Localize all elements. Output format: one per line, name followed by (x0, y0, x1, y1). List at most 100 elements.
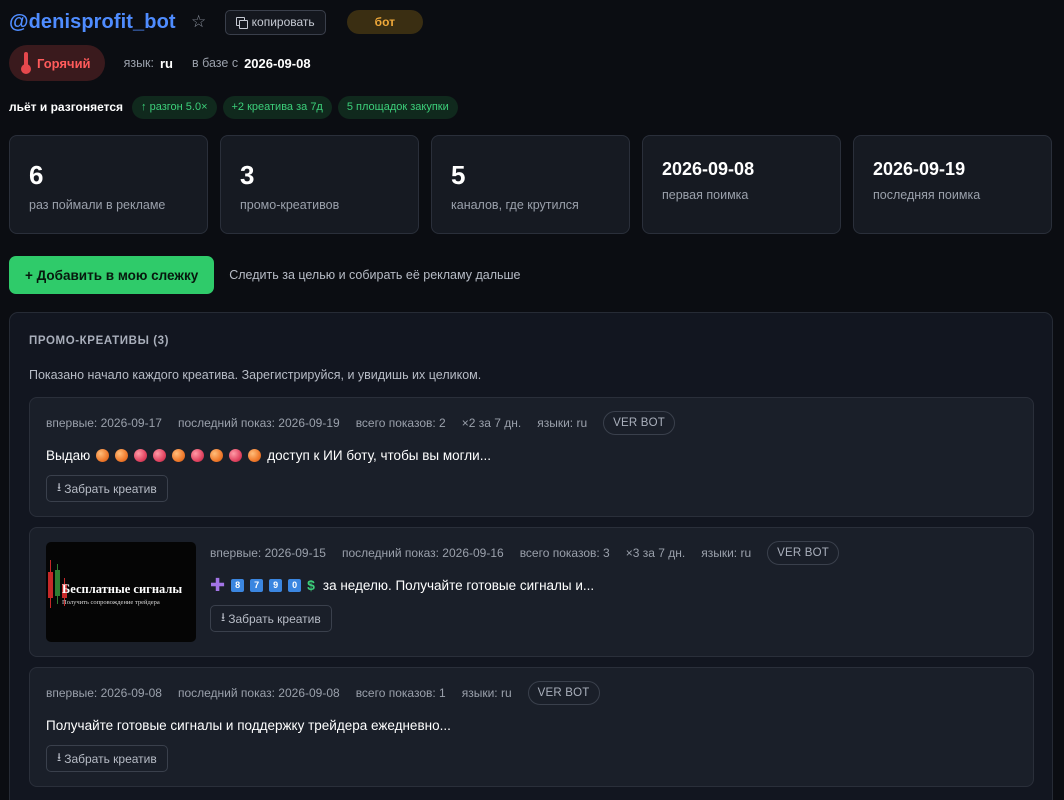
first-seen: впервые: 2026-09-15 (210, 546, 326, 560)
meta-row: Горячий язык: ru в базе с 2026-09-08 (9, 45, 311, 81)
stat-value: 2026-09-19 (873, 159, 966, 179)
peach-emoji-icon (115, 448, 129, 462)
grab-creative-button[interactable]: ⭳ Забрать креатив (210, 605, 332, 632)
status-label: Горячий (37, 55, 91, 71)
grab-label: Забрать креатив (228, 611, 321, 626)
tag-badge: VER BOT (527, 681, 600, 705)
copy-button-label: копировать (251, 15, 315, 29)
peach-emoji-icon (248, 448, 262, 462)
digit-emoji-icon: 0 (288, 578, 302, 592)
creative-text-end: Получайте готовые сигналы и поддержку тр… (46, 717, 451, 733)
since-value: 2026-09-08 (244, 55, 311, 71)
digit-emoji-icon: 7 (250, 578, 264, 592)
total-shows: всего показов: 3 (519, 546, 610, 560)
add-to-tracking-button[interactable]: + Добавить в мою слежку (9, 256, 215, 294)
grab-creative-button[interactable]: ⭳ Забрать креатив (46, 745, 168, 772)
langs: языки: ru (537, 416, 588, 430)
total-shows: всего показов: 2 (355, 416, 446, 430)
status-badge: Горячий (9, 45, 105, 81)
trend-pill-platforms: 5 площадок закупки (337, 95, 458, 119)
copy-icon (235, 16, 248, 29)
creative-text-start: Выдаю (46, 447, 91, 463)
creative-text: ✚ 8 7 9 0 $ за неделю. Получайте готовые… (210, 575, 594, 595)
stats-row: 6 раз поймали в рекламе 3 промо-креативо… (9, 135, 1052, 234)
creative-text-end: доступ к ИИ боту, чтобы вы могли... (267, 447, 491, 463)
digit-emoji-icon: 8 (231, 578, 245, 592)
creative-card: впервые: 2026-09-08 последний показ: 202… (29, 667, 1034, 787)
thermometer-icon (21, 52, 31, 74)
digit-emoji-icon: 9 (269, 578, 283, 592)
candle (55, 570, 60, 596)
stat-card-creatives: 3 промо-креативов (220, 135, 419, 234)
lang-label: язык: (123, 56, 154, 70)
header: @denisprofit_bot ☆ копировать бот (9, 8, 423, 36)
type-badge: бот (346, 10, 423, 34)
stat-label: промо-креативов (240, 198, 340, 212)
peach-emoji-icon (229, 448, 243, 462)
langs: языки: ru (701, 546, 752, 560)
download-icon: ⭳ (57, 750, 62, 764)
stat-card-channels: 5 каналов, где крутился (431, 135, 630, 234)
trend-label: льёт и разгоняется (9, 100, 124, 114)
download-icon: ⭳ (57, 480, 62, 494)
since-label: в базе с (192, 56, 239, 70)
grab-creative-button[interactable]: ⭳ Забрать креатив (46, 475, 168, 502)
rate: ×3 за 7 дн. (625, 546, 686, 560)
creative-text-end: за неделю. Получайте готовые сигналы и..… (322, 577, 595, 593)
candle (48, 572, 53, 598)
download-icon: ⭳ (221, 610, 226, 624)
stat-card-last-seen: 2026-09-19 последняя поимка (853, 135, 1052, 234)
last-seen: последний показ: 2026-09-16 (341, 546, 504, 560)
tag-badge: VER BOT (767, 541, 840, 565)
panel-note: Показано начало каждого креатива. Зареги… (29, 368, 482, 382)
stat-label: последняя поимка (873, 188, 981, 202)
stat-value: 5 (451, 160, 466, 190)
creative-meta: впервые: 2026-09-17 последний показ: 202… (46, 411, 691, 435)
first-seen: впервые: 2026-09-08 (46, 686, 162, 700)
total-shows: всего показов: 1 (355, 686, 446, 700)
thumbnail-title: Бесплатные сигналы (62, 582, 183, 596)
creative-card: впервые: 2026-09-17 последний показ: 202… (29, 397, 1034, 517)
stat-card-ads: 6 раз поймали в рекламе (9, 135, 208, 234)
creative-meta: впервые: 2026-09-08 последний показ: 202… (46, 681, 616, 705)
peach-emoji-icon (153, 448, 167, 462)
stat-value: 2026-09-08 (662, 159, 755, 179)
creative-meta: впервые: 2026-09-15 последний показ: 202… (210, 541, 855, 565)
langs: языки: ru (461, 686, 512, 700)
rate: ×2 за 7 дн. (461, 416, 522, 430)
thumbnail-subtitle: Получить сопровождение трейдера (62, 599, 160, 606)
copy-button[interactable]: копировать (224, 9, 326, 35)
creative-text: Выдаю доступ к ИИ боту, чтобы вы могли..… (46, 445, 491, 465)
peach-emoji-icon (172, 448, 186, 462)
last-seen: последний показ: 2026-09-08 (177, 686, 340, 700)
creative-card: Бесплатные сигналы Получить сопровождени… (29, 527, 1034, 657)
bot-title[interactable]: @denisprofit_bot (9, 11, 176, 34)
creative-text: Получайте готовые сигналы и поддержку тр… (46, 715, 451, 735)
lang-value: ru (160, 55, 173, 71)
track-row: + Добавить в мою слежку Следить за целью… (9, 256, 521, 294)
creative-thumbnail[interactable]: Бесплатные сигналы Получить сопровождени… (46, 542, 196, 642)
last-seen: последний показ: 2026-09-19 (177, 416, 340, 430)
trend-pill-acceleration: ↑ разгон 5.0× (132, 95, 217, 119)
peach-emoji-icon (96, 448, 110, 462)
star-icon[interactable]: ☆ (190, 12, 208, 32)
peach-emoji-icon (210, 448, 224, 462)
grab-label: Забрать креатив (64, 751, 157, 766)
peach-emoji-icon (134, 448, 148, 462)
peach-emoji-icon (191, 448, 205, 462)
stat-card-first-seen: 2026-09-08 первая поимка (642, 135, 841, 234)
stat-label: раз поймали в рекламе (29, 198, 166, 212)
grab-label: Забрать креатив (64, 481, 157, 496)
first-seen: впервые: 2026-09-17 (46, 416, 162, 430)
trend-row: льёт и разгоняется ↑ разгон 5.0× +2 креа… (9, 95, 464, 119)
stat-value: 3 (240, 160, 255, 190)
panel-title: ПРОМО-КРЕАТИВЫ (3) (29, 335, 170, 347)
trend-pill-creatives: +2 креатива за 7д (222, 95, 332, 119)
track-note: Следить за целью и собирать её рекламу д… (229, 268, 521, 282)
dollar-icon: $ (307, 577, 315, 593)
stat-value: 6 (29, 160, 44, 190)
creatives-panel: ПРОМО-КРЕАТИВЫ (3) Показано начало каждо… (9, 312, 1053, 800)
stat-label: первая поимка (662, 188, 749, 202)
stat-label: каналов, где крутился (451, 198, 579, 212)
plus-emoji-icon: ✚ (210, 575, 226, 595)
